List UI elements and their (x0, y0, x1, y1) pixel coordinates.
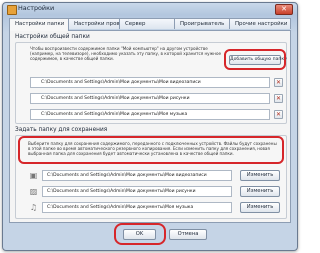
remove-folder-button[interactable]: ✕ (274, 94, 283, 103)
cancel-button[interactable]: Отмена (169, 229, 207, 240)
shared-folder-row[interactable]: C:\Documents and Settings\Admin\Мои доку… (30, 77, 270, 88)
shared-folder-row[interactable]: C:\Documents and Settings\Admin\Мои доку… (30, 109, 270, 120)
add-button-highlight (224, 49, 286, 70)
tab-player[interactable]: Проигрыватель (174, 18, 230, 29)
shared-folder-title: Настройки общей папки (15, 34, 90, 40)
app-icon (7, 5, 17, 15)
change-folder-button[interactable]: Изменить (240, 186, 280, 197)
window-title: Настройки (18, 4, 55, 12)
tab-server[interactable]: Сервер (119, 18, 175, 29)
close-button[interactable]: ✕ (275, 4, 293, 15)
change-folder-button[interactable]: Изменить (240, 170, 280, 181)
shared-folder-description: Чтобы воспроизвести содержимое папки "Мо… (30, 46, 221, 61)
image-icon: ▨ (29, 187, 38, 196)
shared-folder-row[interactable]: C:\Documents and Settings\Admin\Мои доку… (30, 93, 270, 104)
save-folder-box: Выберите папку для сохранения содержимог… (15, 135, 287, 219)
save-folder-path: C:\Documents and Settings\Admin\Мои доку… (42, 186, 232, 197)
tab-provider-settings[interactable]: Настройки пров (68, 18, 120, 29)
remove-folder-button[interactable]: ✕ (274, 78, 283, 87)
shared-folder-box: Чтобы воспроизвести содержимое папки "Мо… (15, 42, 287, 124)
title-bar[interactable]: Настройки ✕ (3, 3, 297, 16)
settings-dialog: Настройки ✕ Настройки папки Настройки пр… (2, 2, 298, 251)
ok-button-highlight (114, 223, 166, 245)
video-icon: ▣ (29, 171, 38, 180)
tab-other-settings[interactable]: Прочие настройки (229, 18, 291, 29)
save-folder-title: Задать папку для сохранения (15, 127, 108, 133)
description-highlight (18, 136, 284, 164)
tab-folder-settings[interactable]: Настройки папки (9, 18, 69, 31)
remove-folder-button[interactable]: ✕ (274, 110, 283, 119)
settings-panel: Настройки общей папки Чтобы воспроизвест… (9, 30, 291, 223)
save-folder-path: C:\Documents and Settings\Admin\Мои доку… (42, 170, 232, 181)
change-folder-button[interactable]: Изменить (240, 202, 280, 213)
tab-bar: Настройки папки Настройки пров Сервер Пр… (9, 18, 291, 31)
save-folder-path: C:\Documents and Settings\Admin\Мои доку… (42, 202, 232, 213)
music-icon: ♫ (29, 203, 38, 212)
